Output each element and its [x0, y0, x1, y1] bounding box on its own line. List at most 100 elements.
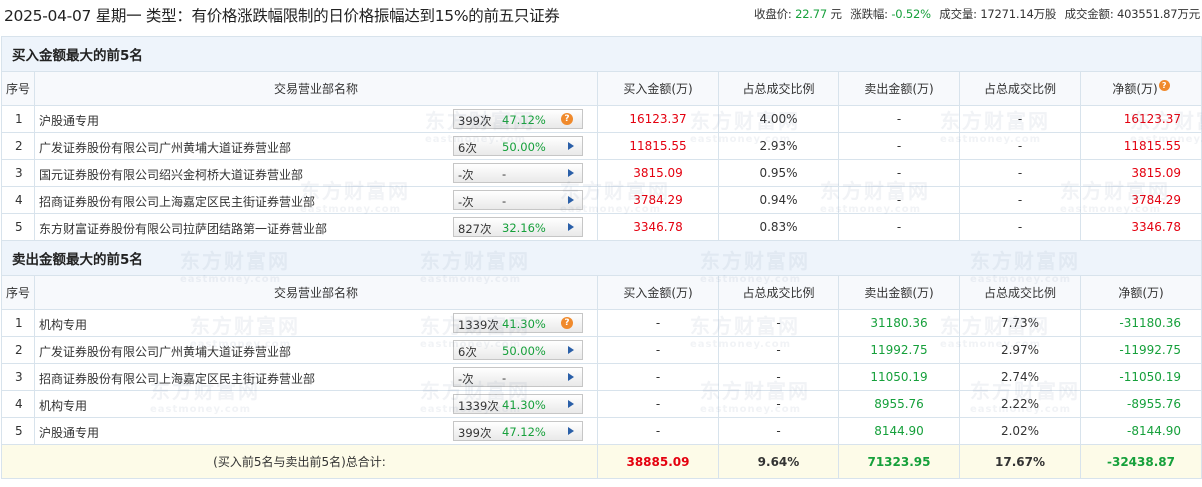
buy-amount: 3784.29 [597, 186, 719, 214]
broker-stats-badge[interactable]: 6次 50.00% [453, 340, 583, 360]
sell-ratio: - [959, 213, 1081, 241]
change-value: -0.52% [891, 7, 931, 21]
win-rate: 32.16% [502, 221, 546, 235]
question-icon[interactable]: ? [561, 113, 573, 125]
broker-stats-badge[interactable]: 399次 47.12% [453, 421, 583, 441]
help-icon[interactable]: ? [1158, 80, 1170, 91]
column-header: 占总成交比例 [718, 71, 839, 106]
sell-amount: - [838, 159, 960, 187]
row-index: 5 [1, 213, 35, 241]
buy-amount: - [597, 336, 719, 364]
broker-cell: 沪股通专用 399次 47.12% [34, 417, 598, 445]
total-sell-ratio: 17.67% [959, 444, 1081, 479]
table-row: 5 沪股通专用 399次 47.12% - -8144.90 2.02% -8144.90 [1, 417, 1202, 445]
section-header: 卖出金额最大的前5名 [1, 240, 1202, 276]
arrow-right-icon[interactable] [568, 196, 574, 204]
column-header: 占总成交比例 [718, 275, 839, 310]
close-price-value: 22.77 [795, 7, 828, 21]
win-rate: 47.12% [502, 425, 546, 439]
sell-amount: 8955.76 [838, 390, 960, 418]
broker-stats-badge[interactable]: 399次 47.12%? [453, 109, 583, 129]
row-index: 1 [1, 105, 35, 133]
buy-ratio: - [718, 309, 839, 337]
broker-stats-badge[interactable]: 6次 50.00% [453, 136, 583, 156]
row-index: 2 [1, 336, 35, 364]
column-header-row: 序号 交易营业部名称 买入金额(万) 占总成交比例 卖出金额(万) 占总成交比例 净额(万) [1, 275, 1202, 310]
broker-name[interactable]: 东方财富证券股份有限公司拉萨团结路第一证券营业部 [39, 220, 327, 237]
net-amount: -31180.36 [1080, 309, 1202, 337]
buy-amount: - [597, 363, 719, 391]
table-row: 2 广发证券股份有限公司广州黄埔大道证券营业部 6次 50.00% - -11992.75… [1, 336, 1202, 364]
buy-amount: 11815.55 [597, 132, 719, 160]
table-row: 3 国元证券股份有限公司绍兴金柯桥大道证券营业部 -次 -3815.09 0.95% - -… [1, 159, 1202, 187]
broker-name[interactable]: 广发证券股份有限公司广州黄埔大道证券营业部 [39, 139, 291, 156]
section-title: 买入金额最大的前5名 [1, 36, 1202, 72]
broker-cell: 机构专用 1339次 41.30%? [34, 309, 598, 337]
arrow-right-icon[interactable] [568, 427, 574, 435]
total-net: -32438.87 [1080, 444, 1202, 479]
broker-stats-badge[interactable]: 827次 32.16% [453, 217, 583, 237]
net-amount: -8955.76 [1080, 390, 1202, 418]
broker-stats-badge[interactable]: -次 - [453, 190, 583, 210]
sell-ratio: 2.02% [959, 417, 1081, 445]
table-row: 3 招商证券股份有限公司上海嘉定区民主街证券营业部 -次 - - -11050.19 2.7… [1, 363, 1202, 391]
sell-amount: 31180.36 [838, 309, 960, 337]
table-row: 1 沪股通专用 399次 47.12%? 16123.37 4.00% - -16123.37 [1, 105, 1202, 133]
net-amount: -11050.19 [1080, 363, 1202, 391]
row-index: 5 [1, 417, 35, 445]
broker-name[interactable]: 招商证券股份有限公司上海嘉定区民主街证券营业部 [39, 370, 315, 387]
win-rate: 41.30% [502, 398, 546, 412]
broker-name[interactable]: 机构专用 [39, 397, 87, 414]
broker-stats-badge[interactable]: -次 - [453, 367, 583, 387]
net-amount: 3815.09 [1080, 159, 1202, 187]
net-amount: 16123.37 [1080, 105, 1202, 133]
broker-name[interactable]: 沪股通专用 [39, 112, 99, 129]
win-rate: - [502, 167, 507, 181]
sell-amount: - [838, 105, 960, 133]
net-amount: 11815.55 [1080, 132, 1202, 160]
broker-name[interactable]: 广发证券股份有限公司广州黄埔大道证券营业部 [39, 343, 291, 360]
arrow-right-icon[interactable] [568, 400, 574, 408]
sell-ratio: 2.74% [959, 363, 1081, 391]
close-price-label: 收盘价: [754, 7, 792, 21]
broker-name[interactable]: 沪股通专用 [39, 424, 99, 441]
arrow-right-icon[interactable] [568, 373, 574, 381]
buy-amount: 16123.37 [597, 105, 719, 133]
volume-value: 17271.14万股 [980, 7, 1057, 21]
table-row: 4 招商证券股份有限公司上海嘉定区民主街证券营业部 -次 -3784.29 0.94% -… [1, 186, 1202, 214]
broker-name[interactable]: 招商证券股份有限公司上海嘉定区民主街证券营业部 [39, 193, 315, 210]
net-amount: -11992.75 [1080, 336, 1202, 364]
table-row: 1 机构专用 1339次 41.30%? - -31180.36 7.73% -31180.3… [1, 309, 1202, 337]
stock-stats: 收盘价: 22.77 元 涨跌幅: -0.52% 成交量: 17271.14万股… [754, 6, 1200, 22]
appearance-count: 1339次 [458, 318, 499, 332]
sell-amount: - [838, 186, 960, 214]
buy-ratio: 0.95% [718, 159, 839, 187]
total-sell: 71323.95 [838, 444, 960, 479]
broker-cell: 机构专用 1339次 41.30% [34, 390, 598, 418]
column-header: 占总成交比例 [959, 275, 1081, 310]
broker-name[interactable]: 国元证券股份有限公司绍兴金柯桥大道证券营业部 [39, 166, 303, 183]
question-icon[interactable]: ? [561, 317, 573, 329]
broker-stats-badge[interactable]: 1339次 41.30%? [453, 313, 583, 333]
page-title: 2025-04-07 星期一 类型：有价格涨跌幅限制的日价格振幅达到15%的前五… [4, 7, 560, 25]
sell-ratio: - [959, 132, 1081, 160]
column-header: 卖出金额(万) [838, 71, 960, 106]
broker-stats-badge[interactable]: 1339次 41.30% [453, 394, 583, 414]
amount-label: 成交金额: [1064, 7, 1114, 21]
arrow-right-icon[interactable] [568, 142, 574, 150]
win-rate: 47.12% [502, 113, 546, 127]
arrow-right-icon[interactable] [568, 169, 574, 177]
appearance-count: 6次 [458, 141, 477, 155]
broker-name[interactable]: 机构专用 [39, 316, 87, 333]
row-index: 1 [1, 309, 35, 337]
buy-ratio: - [718, 390, 839, 418]
sell-ratio: 2.97% [959, 336, 1081, 364]
appearance-count: 6次 [458, 345, 477, 359]
column-header: 序号 [1, 71, 35, 106]
volume-label: 成交量: [939, 7, 977, 21]
buy-amount: 3815.09 [597, 159, 719, 187]
trading-details-table: 买入金额最大的前5名 序号 交易营业部名称 买入金额(万) 占总成交比例 卖出金额(万) 占… [1, 36, 1202, 479]
broker-stats-badge[interactable]: -次 - [453, 163, 583, 183]
arrow-right-icon[interactable] [568, 223, 574, 231]
arrow-right-icon[interactable] [568, 346, 574, 354]
